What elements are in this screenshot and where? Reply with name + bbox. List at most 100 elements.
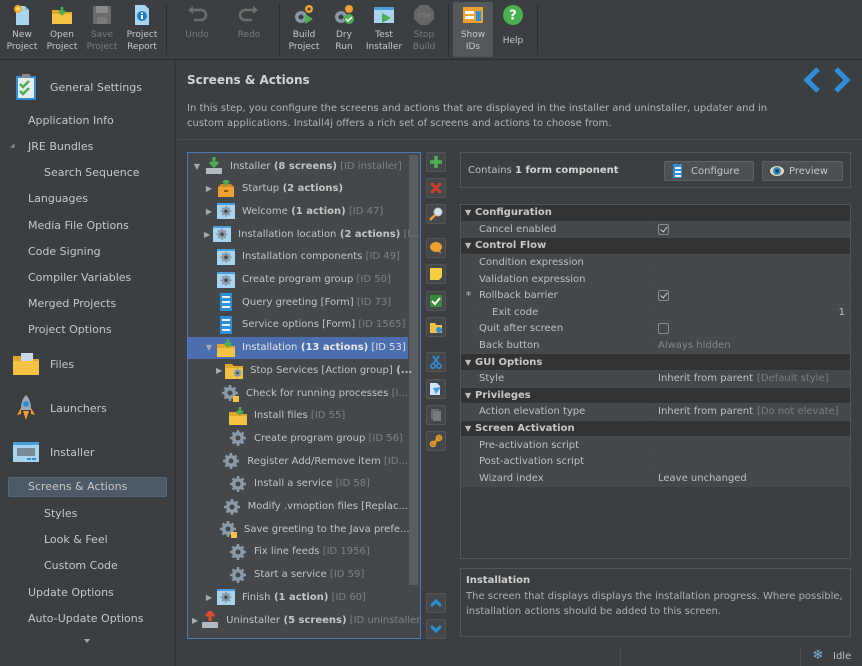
collapsed-arrow-icon[interactable]: ▶ xyxy=(204,230,210,239)
delete-button[interactable] xyxy=(426,178,446,198)
sidebar-item-media-file-options[interactable]: Media File Options xyxy=(28,219,129,232)
property-value[interactable]: Always hidden xyxy=(655,337,850,354)
preview-button[interactable]: Preview xyxy=(762,161,843,181)
tree-node[interactable]: ▶ Welcome (1 action) [ID 47] xyxy=(188,200,408,222)
tree-node[interactable]: ▶ Startup (2 actions) xyxy=(188,177,408,200)
property-row[interactable]: Exit code 1 xyxy=(461,304,850,322)
tree-node[interactable]: ▼ Installation (13 actions) [ID 53] xyxy=(188,336,408,359)
property-row[interactable]: Cancel enabled xyxy=(461,221,850,239)
tree-node[interactable]: Service options [Form] [ID 1565] xyxy=(188,314,408,336)
undo-button[interactable]: Undo xyxy=(171,0,223,59)
tree-node[interactable]: ▼ Installer (8 screens) [ID installer] xyxy=(188,155,408,177)
property-value[interactable] xyxy=(655,221,850,238)
collapse-arrow-icon[interactable]: ▼ xyxy=(461,241,475,250)
sidebar-item-jre-bundles[interactable]: JRE Bundles xyxy=(28,140,93,153)
save-project-button[interactable]: Save Project xyxy=(82,0,122,59)
configure-button[interactable]: Configure xyxy=(664,161,754,181)
sidebar-item-search-sequence[interactable]: Search Sequence xyxy=(44,166,140,179)
property-row[interactable]: Quit after screen xyxy=(461,321,850,338)
property-value[interactable] xyxy=(655,454,850,470)
tree-node[interactable]: ▶ Installation location (2 actions) [I... xyxy=(188,223,420,245)
property-row[interactable]: Back button Always hidden xyxy=(461,337,850,355)
collapse-arrow-icon[interactable]: ▼ xyxy=(461,358,475,367)
move-down-button[interactable] xyxy=(426,619,446,639)
note-button[interactable] xyxy=(426,264,446,284)
copy-button[interactable] xyxy=(426,379,446,399)
new-project-button[interactable]: New Project xyxy=(2,0,42,59)
expanded-arrow-icon[interactable]: ▼ xyxy=(192,162,202,171)
comment-button[interactable] xyxy=(426,238,446,258)
add-button[interactable] xyxy=(426,152,446,172)
sidebar-item-auto-update-options[interactable]: Auto-Update Options xyxy=(28,612,144,625)
tree-node[interactable]: Check for running processes [I... xyxy=(188,382,408,404)
property-row[interactable]: * Rollback barrier xyxy=(461,288,850,305)
stop-build-button[interactable]: STOP Stop Build xyxy=(404,0,444,59)
property-value[interactable]: 1 xyxy=(655,304,850,321)
collapse-arrow-icon[interactable]: ▼ xyxy=(461,424,475,433)
sidebar-item-styles[interactable]: Styles xyxy=(44,507,77,520)
help-button[interactable]: ? Help xyxy=(493,0,533,59)
tree-node[interactable]: ▶ Finish (1 action) [ID 60] xyxy=(188,586,408,608)
paste-button[interactable] xyxy=(426,405,446,425)
property-group[interactable]: ▼ Configuration xyxy=(461,205,850,222)
tree-node[interactable]: Modify .vmoption files [Replac... xyxy=(188,496,408,518)
search-button[interactable] xyxy=(426,204,446,224)
property-value[interactable]: Leave unchanged xyxy=(655,470,850,487)
project-report-button[interactable]: Project Report xyxy=(122,0,162,59)
property-value[interactable] xyxy=(655,288,850,304)
test-installer-button[interactable]: Test Installer xyxy=(364,0,404,59)
link-button[interactable] xyxy=(426,431,446,451)
property-group[interactable]: ▼ Control Flow xyxy=(461,238,850,255)
tree-node[interactable]: ▶ Uninstaller (5 screens) [ID uninstaller… xyxy=(188,609,420,631)
property-row[interactable]: Style Inherit from parent [Default style] xyxy=(461,371,850,388)
redo-button[interactable]: Redo xyxy=(223,0,275,59)
property-row[interactable]: Action elevation type Inherit from parent… xyxy=(461,404,850,421)
tree-node[interactable]: Register Add/Remove item [ID... xyxy=(188,450,408,472)
sidebar-item-screens-actions[interactable]: Screens & Actions xyxy=(8,477,167,497)
sidebar-item-languages[interactable]: Languages xyxy=(28,192,88,205)
cut-button[interactable] xyxy=(426,352,446,372)
sidebar-item-application-info[interactable]: Application Info xyxy=(28,114,114,127)
property-value[interactable] xyxy=(655,437,850,453)
sidebar-item-merged-projects[interactable]: Merged Projects xyxy=(28,297,116,310)
sidebar-category-launchers[interactable]: Launchers xyxy=(12,394,107,422)
property-group[interactable]: ▼ GUI Options xyxy=(461,354,850,371)
sidebar-item-compiler-variables[interactable]: Compiler Variables xyxy=(28,271,131,284)
screens-actions-tree[interactable]: ▼ Installer (8 screens) [ID installer] ▶ St… xyxy=(187,152,421,639)
sidebar-item-look-feel[interactable]: Look & Feel xyxy=(44,533,108,546)
sidebar-item-code-signing[interactable]: Code Signing xyxy=(28,245,101,258)
property-row[interactable]: Condition expression xyxy=(461,254,850,272)
sidebar-item-project-options[interactable]: Project Options xyxy=(28,323,112,336)
collapse-arrow-icon[interactable]: ▼ xyxy=(461,208,475,217)
collapse-arrow-icon[interactable]: ▼ xyxy=(461,391,475,400)
folder-link-button[interactable] xyxy=(426,317,446,337)
property-value[interactable] xyxy=(655,271,850,287)
check-button[interactable] xyxy=(426,291,446,311)
property-value[interactable] xyxy=(655,321,850,337)
tree-node[interactable]: Create program group [ID 56] xyxy=(188,427,408,449)
property-value[interactable] xyxy=(655,254,850,271)
previous-step-button[interactable] xyxy=(802,67,822,93)
collapsed-arrow-icon[interactable]: ▶ xyxy=(204,184,214,193)
scroll-down-icon[interactable] xyxy=(84,639,90,643)
collapsed-arrow-icon[interactable]: ▶ xyxy=(192,616,198,625)
tree-node[interactable]: Query greeting [Form] [ID 73] xyxy=(188,291,408,313)
property-checkbox[interactable] xyxy=(658,290,669,302)
collapsed-arrow-icon[interactable]: ▶ xyxy=(216,366,222,375)
sidebar-category-installer[interactable]: Installer xyxy=(12,438,94,466)
property-row[interactable]: Pre-activation script xyxy=(461,437,850,454)
property-value[interactable]: Inherit from parent [Default style] xyxy=(655,371,850,387)
show-ids-button[interactable]: Show IDs xyxy=(453,2,493,57)
tree-node[interactable]: Install files [ID 55] xyxy=(188,405,408,427)
property-row[interactable]: Post-activation script xyxy=(461,454,850,471)
tree-node[interactable]: Install a service [ID 58] xyxy=(188,473,408,495)
collapsed-arrow-icon[interactable]: ▶ xyxy=(204,207,214,216)
tree-node[interactable]: Installation components [ID 49] xyxy=(188,246,408,268)
open-project-button[interactable]: Open Project xyxy=(42,0,82,59)
expanded-arrow-icon[interactable]: ▼ xyxy=(204,343,214,352)
property-checkbox[interactable] xyxy=(658,323,669,335)
tree-node[interactable]: Start a service [ID 59] xyxy=(188,564,408,586)
property-checkbox[interactable] xyxy=(658,223,669,235)
dry-run-button[interactable]: Dry Run xyxy=(324,0,364,59)
property-row[interactable]: Wizard index Leave unchanged xyxy=(461,470,850,488)
